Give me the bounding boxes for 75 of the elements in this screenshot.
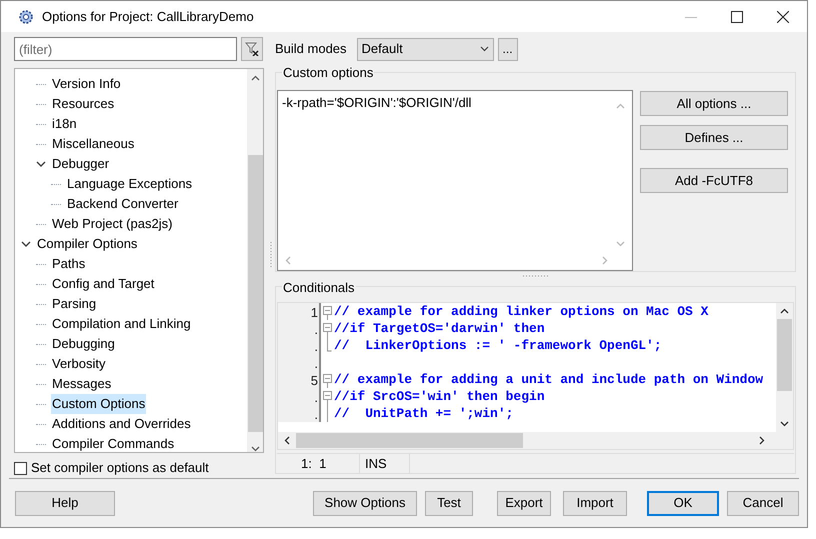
filter-field[interactable]: (filter) bbox=[14, 37, 237, 61]
tree-item[interactable]: Compiler Options bbox=[36, 234, 138, 254]
tree-item[interactable]: Messages bbox=[51, 374, 112, 394]
clear-filter-button[interactable] bbox=[241, 37, 263, 61]
dialog-button[interactable]: Add -FcUTF8 bbox=[640, 168, 788, 193]
chevron-icon[interactable] bbox=[36, 159, 46, 169]
tree-item[interactable]: Config and Target bbox=[51, 274, 156, 294]
dialog-button[interactable]: Import bbox=[563, 490, 627, 516]
fold-icon[interactable] bbox=[323, 388, 333, 405]
tree-item[interactable]: Debugger bbox=[51, 154, 110, 174]
fold-icon[interactable] bbox=[323, 371, 333, 388]
scrollbar-thumb[interactable] bbox=[296, 433, 523, 448]
tree-item[interactable]: i18n bbox=[51, 114, 78, 134]
tree-item[interactable]: Debugging bbox=[51, 334, 116, 354]
scrollbar-thumb[interactable] bbox=[248, 154, 262, 432]
line-number: 1 bbox=[278, 303, 319, 320]
tree-item[interactable]: Version Info bbox=[51, 74, 122, 94]
checkbox-label: Set compiler options as default bbox=[31, 459, 209, 478]
cursor-position: 1: 1 bbox=[277, 454, 360, 474]
fold-icon[interactable] bbox=[323, 320, 333, 337]
line-number: . bbox=[278, 320, 319, 337]
scroll-down-icon[interactable] bbox=[780, 421, 789, 427]
fold-icon[interactable] bbox=[323, 303, 333, 320]
code-line: // example for adding linker options on Mac OS X bbox=[333, 303, 708, 321]
tree-item[interactable]: Language Exceptions bbox=[66, 174, 194, 194]
gear-icon bbox=[18, 8, 34, 24]
dialog-button[interactable]: Cancel bbox=[727, 490, 799, 516]
dialog-button[interactable]: Show Options bbox=[313, 490, 417, 516]
maximize-icon[interactable] bbox=[731, 10, 743, 22]
scrollbar[interactable] bbox=[247, 69, 263, 452]
scroll-down-icon[interactable] bbox=[250, 446, 260, 452]
line-number: . bbox=[278, 405, 319, 422]
dialog-button[interactable]: All options ... bbox=[640, 91, 788, 116]
dialog-button[interactable]: Help bbox=[15, 490, 115, 516]
chevron-down-icon bbox=[480, 46, 489, 52]
tree-item[interactable]: Parsing bbox=[51, 294, 98, 314]
code-line: // example for adding a unit and include path on Window bbox=[333, 370, 764, 389]
checkbox[interactable] bbox=[14, 462, 27, 475]
scrollbar-thumb[interactable] bbox=[777, 319, 792, 391]
tree-item[interactable]: Compiler Commands bbox=[51, 434, 176, 452]
tree-item[interactable]: Paths bbox=[51, 254, 86, 274]
scroll-up-icon[interactable] bbox=[780, 308, 789, 314]
window-title: Options for Project: CallLibraryDemo bbox=[42, 8, 254, 26]
tree-item[interactable]: Miscellaneous bbox=[51, 134, 136, 154]
line-number: . bbox=[278, 388, 319, 405]
code-line: // LinkerOptions := ' -framework OpenGL'; bbox=[333, 336, 662, 355]
line-number: . bbox=[278, 337, 319, 354]
filter-clear-icon bbox=[245, 42, 259, 56]
dialog-button[interactable]: OK bbox=[647, 490, 719, 516]
scroll-up-icon[interactable] bbox=[250, 75, 260, 81]
scroll-right-icon[interactable] bbox=[759, 436, 765, 445]
code-line: //if SrcOS='win' then begin bbox=[333, 388, 545, 406]
close-icon[interactable] bbox=[777, 10, 789, 22]
tree-item[interactable]: Resources bbox=[51, 94, 116, 114]
memo-text: -k-rpath='$ORIGIN':'$ORIGIN'/dll bbox=[282, 94, 472, 112]
tree-item[interactable]: Verbosity bbox=[51, 354, 106, 374]
tree-item[interactable]: Backend Converter bbox=[66, 194, 180, 214]
code-line: //if TargetOS='darwin' then bbox=[333, 320, 545, 338]
line-number: . bbox=[278, 354, 319, 371]
dialog-button[interactable]: Defines ... bbox=[640, 125, 788, 150]
line-number: 5 bbox=[278, 371, 319, 388]
tree-item[interactable]: Custom Options bbox=[51, 394, 146, 414]
tree-item[interactable]: Web Project (pas2js) bbox=[51, 214, 174, 234]
code-editor[interactable] bbox=[277, 302, 794, 450]
chevron-icon[interactable] bbox=[21, 239, 31, 249]
tree-item[interactable]: Additions and Overrides bbox=[51, 414, 192, 434]
build-modes-label: Build modes bbox=[275, 40, 347, 58]
tree-item[interactable]: Compilation and Linking bbox=[51, 314, 192, 334]
scroll-left-icon[interactable] bbox=[284, 436, 290, 445]
insert-mode: INS bbox=[360, 454, 410, 474]
dialog-button[interactable]: Export bbox=[497, 490, 551, 516]
build-mode-dropdown[interactable]: Default bbox=[356, 38, 494, 60]
code-line: // UnitPath += ';win'; bbox=[333, 404, 514, 423]
build-modes-more-button[interactable]: ... bbox=[498, 38, 518, 60]
dialog-button[interactable]: Test bbox=[425, 490, 473, 516]
